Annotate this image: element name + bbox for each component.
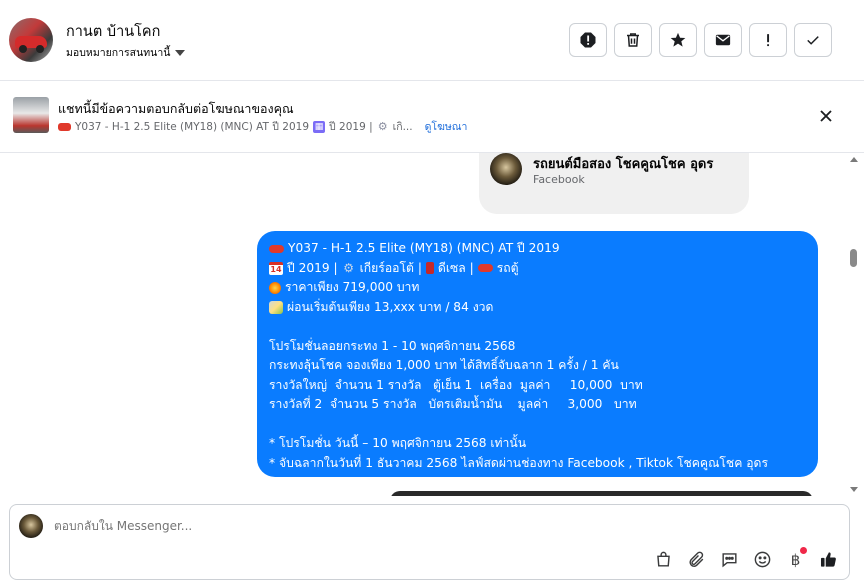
message-line: * โปรโมชั่น วันนี้ – 10 พฤศจิกายน 2568 เ… xyxy=(269,436,527,450)
message-thread[interactable]: รถยนต์มือสอง โชคคูณโชค อุดร Facebook Y03… xyxy=(0,153,864,496)
message-text: Y037 - H-1 2.5 Elite (MY18) (MNC) AT ปี … xyxy=(288,241,560,255)
message-text: รถตู้ xyxy=(496,260,519,275)
saved-replies-button[interactable] xyxy=(719,549,740,570)
message-text: ราคาเพียง 719,000 บาท xyxy=(285,280,420,294)
done-button[interactable] xyxy=(794,23,832,57)
scroll-down-arrow-icon[interactable] xyxy=(850,487,858,492)
paperclip-icon xyxy=(689,551,704,567)
fuel-icon xyxy=(425,262,434,275)
page-avatar xyxy=(19,514,43,538)
gear-icon: ⚙ xyxy=(343,260,354,275)
message-line: 14 ปี 2019 | ⚙ เกียร์ออโต้ | ดีเซล | รถต… xyxy=(269,259,806,279)
calendar-icon: ▦ xyxy=(313,120,326,133)
message-line: Y037 - H-1 2.5 Elite (MY18) (MNC) AT ปี … xyxy=(269,239,806,259)
ad-subtitle-year: ปี 2019 | xyxy=(329,121,373,133)
follow-up-button[interactable] xyxy=(749,23,787,57)
message-line: รางวัลใหญ่ จำนวน 1 รางวัล ตู้เย็น 1 เครื… xyxy=(269,377,643,392)
money-icon xyxy=(269,300,283,314)
message-icon xyxy=(722,553,737,568)
contact-avatar[interactable] xyxy=(9,18,53,62)
thumbs-up-icon xyxy=(820,552,836,567)
message-text: ผ่อนเริ่มต้นเพียง 13,xxx บาท / 84 งวด xyxy=(287,299,494,314)
message-line: ราคาเพียง 719,000 บาท xyxy=(269,278,806,298)
exclamation-icon xyxy=(767,34,770,47)
composer-tools: ฿ xyxy=(653,547,839,570)
assign-conversation-dropdown[interactable]: มอบหมายการสนทนานี้ xyxy=(66,44,186,61)
emoji-icon xyxy=(754,551,771,568)
caret-down-icon xyxy=(175,50,186,56)
reply-input[interactable] xyxy=(54,519,654,533)
baht-icon: ฿ xyxy=(790,550,801,569)
sparkle-icon xyxy=(269,281,281,294)
message-line: ผ่อนเริ่มต้นเพียง 13,xxx บาท / 84 งวด xyxy=(269,298,806,318)
calendar-icon: 14 xyxy=(269,261,283,275)
car-icon xyxy=(269,244,284,253)
notification-dot xyxy=(800,547,807,554)
ad-thumbnail[interactable] xyxy=(13,97,49,133)
message-line: โปรโมชั่นลอยกระทง 1 - 10 พฤศจิกายน 2568 xyxy=(269,338,516,353)
outgoing-message-bubble[interactable]: Y037 - H-1 2.5 Elite (MY18) (MNC) AT ปี … xyxy=(257,231,818,477)
ad-banner-title: แชทนี้มีข้อความตอบกลับต่อโฆษณาของคุณ xyxy=(58,101,294,116)
conversation-header: กานต บ้านโคก มอบหมายการสนทนานี้ xyxy=(0,0,864,81)
reply-composer: ฿ xyxy=(9,504,850,580)
car-icon xyxy=(477,264,493,273)
bag-icon xyxy=(657,551,670,567)
alert-octagon-icon xyxy=(580,32,596,48)
payment-button[interactable]: ฿ xyxy=(785,547,807,570)
ad-subtitle-model: Y037 - H-1 2.5 Elite (MY18) (MNC) AT ปี … xyxy=(75,121,310,133)
check-icon xyxy=(807,36,819,45)
next-message-media[interactable] xyxy=(390,491,813,496)
scroll-up-arrow-icon[interactable] xyxy=(850,157,858,162)
message-text: เกียร์ออโต้ | xyxy=(359,260,422,275)
mark-unread-button[interactable] xyxy=(704,23,742,57)
message-text: ปี 2019 | xyxy=(287,260,338,275)
message-line: * จับฉลากในวันที่ 1 ธันวาคม 2568 ไลฟ์สดผ… xyxy=(269,455,769,470)
message-line: กระทงลุ้นโชค จองเพียง 1,000 บาท ได้สิทธิ… xyxy=(269,358,619,372)
header-actions xyxy=(569,23,832,57)
view-ad-link[interactable]: ดูโฆษณา xyxy=(425,118,468,135)
page-avatar xyxy=(490,153,522,185)
spam-button[interactable] xyxy=(569,23,607,57)
ad-banner-subtitle: Y037 - H-1 2.5 Elite (MY18) (MNC) AT ปี … xyxy=(58,118,467,135)
page-source: Facebook xyxy=(533,173,585,186)
message-line: รางวัลที่ 2 จำนวน 5 รางวัล บัตรเติมน้ำมั… xyxy=(269,397,637,411)
page-attribution-card[interactable]: รถยนต์มือสอง โชคคูณโชค อุดร Facebook xyxy=(479,153,749,214)
assign-label: มอบหมายการสนทนานี้ xyxy=(66,47,171,59)
close-icon[interactable] xyxy=(816,106,836,126)
contact-name[interactable]: กานต บ้านโคก xyxy=(66,20,160,43)
star-button[interactable] xyxy=(659,23,697,57)
trash-icon xyxy=(627,33,639,47)
shop-button[interactable] xyxy=(653,549,674,570)
page-name: รถยนต์มือสอง โชคคูณโชค อุดร xyxy=(533,157,714,172)
scroll-thumb[interactable] xyxy=(850,249,857,267)
attach-button[interactable] xyxy=(686,549,707,570)
thread-scrollbar[interactable] xyxy=(848,153,858,496)
star-icon xyxy=(670,32,686,47)
gear-icon: ⚙ xyxy=(377,120,388,133)
delete-button[interactable] xyxy=(614,23,652,57)
emoji-button[interactable] xyxy=(752,549,773,570)
like-button[interactable] xyxy=(818,549,839,570)
ad-reply-banner: แชทนี้มีข้อความตอบกลับต่อโฆษณาของคุณ Y03… xyxy=(0,81,864,153)
envelope-icon xyxy=(715,34,731,46)
message-text: ดีเซล | xyxy=(437,260,474,275)
car-icon xyxy=(58,122,71,131)
ad-subtitle-more: เกิ... xyxy=(392,121,413,133)
